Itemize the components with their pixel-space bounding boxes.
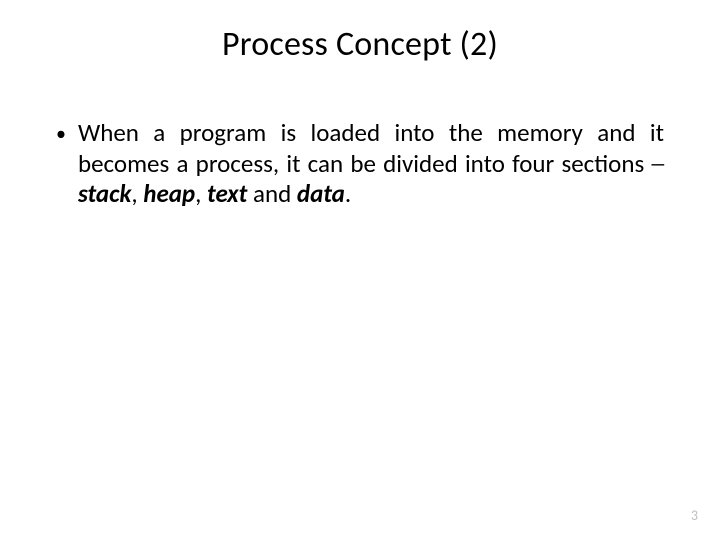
- bullet-icon: •: [56, 120, 66, 148]
- keyword-heap: heap: [143, 178, 195, 209]
- sep: ,: [131, 178, 143, 209]
- bullet-text: When a program is loaded into the memory…: [78, 118, 664, 210]
- sep: and: [247, 178, 297, 209]
- bullet-text-pre: When a program is loaded into the memory…: [78, 117, 664, 179]
- bullet-text-post: .: [345, 178, 351, 209]
- sep: ,: [195, 178, 207, 209]
- keyword-data: data: [297, 178, 345, 209]
- bullet-item: • When a program is loaded into the memo…: [56, 118, 664, 210]
- slide-title: Process Concept (2): [0, 24, 720, 65]
- slide-body: • When a program is loaded into the memo…: [56, 118, 664, 210]
- keyword-text: text: [207, 178, 247, 209]
- slide: Process Concept (2) • When a program is …: [0, 0, 720, 540]
- keyword-stack: stack: [78, 178, 131, 209]
- page-number: 3: [691, 507, 698, 524]
